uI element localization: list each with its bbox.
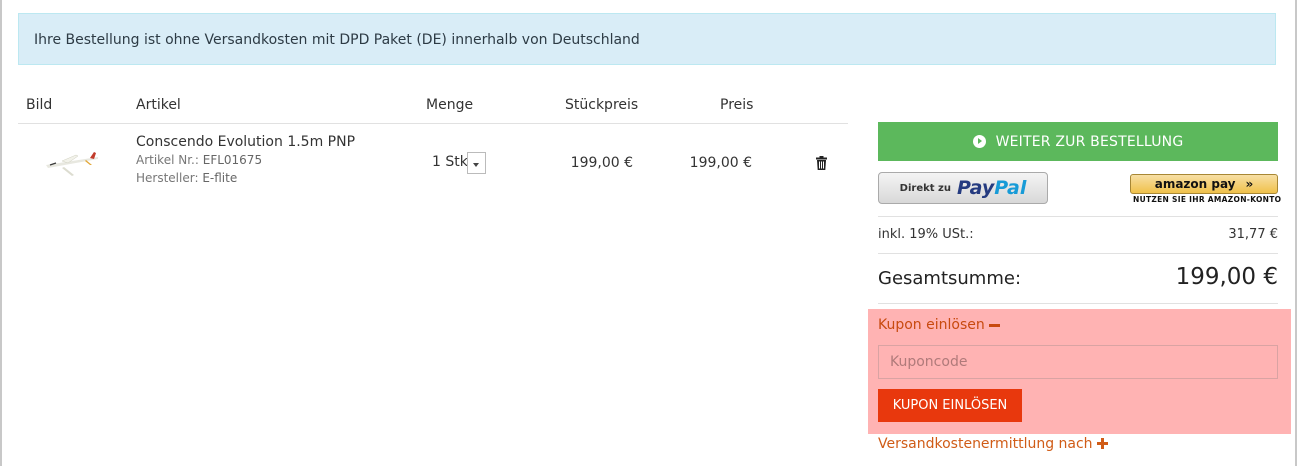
article-number-value: EFL01675	[202, 153, 263, 167]
product-article-number: Artikel Nr.: EFL01675	[136, 153, 262, 167]
shipping-info-text: Ihre Bestellung ist ohne Versandkosten m…	[34, 32, 640, 48]
shipping-info-banner: Ihre Bestellung ist ohne Versandkosten m…	[18, 13, 1276, 65]
paypal-logo-pal: Pal	[994, 177, 1027, 199]
proceed-to-checkout-button[interactable]: WEITER ZUR BESTELLUNG	[878, 122, 1278, 161]
shipping-link-label: Versandkostenermittlung nach	[878, 436, 1093, 452]
article-number-label: Artikel Nr.:	[136, 153, 199, 167]
table-header-divider	[18, 123, 848, 124]
amazon-pay-subtext: NUTZEN SIE IHR AMAZON-KONTO	[1133, 195, 1282, 204]
column-header-quantity: Menge	[426, 97, 474, 113]
total-value: 199,00 €	[1175, 264, 1278, 290]
plus-icon	[1096, 438, 1108, 449]
quantity-value: 1 Stk	[432, 154, 468, 170]
paypal-logo: PayPal	[957, 177, 1026, 199]
coupon-toggle-link[interactable]: Kupon einlösen	[878, 317, 1000, 333]
checkout-button-label: WEITER ZUR BESTELLUNG	[995, 133, 1184, 150]
total-label: Gesamtsumme:	[878, 268, 1022, 289]
unit-price-value: 199,00 €	[570, 155, 633, 171]
minus-icon	[988, 323, 1000, 327]
manufacturer-value: E-flite	[202, 171, 238, 185]
coupon-toggle-label: Kupon einlösen	[878, 317, 985, 333]
window-edge-left	[0, 0, 2, 466]
tax-label: inkl. 19% USt.:	[878, 227, 974, 242]
summary-divider	[878, 216, 1278, 217]
manufacturer-label: Hersteller:	[136, 171, 199, 185]
arrow-circle-right-icon	[972, 135, 986, 148]
paypal-logo-pay: Pay	[956, 177, 995, 199]
column-header-price: Preis	[720, 97, 754, 113]
paypal-prefix-text: Direkt zu	[899, 182, 951, 194]
product-name[interactable]: Conscendo Evolution 1.5m PNP	[136, 134, 355, 150]
redeem-coupon-button[interactable]: KUPON EINLÖSEN	[878, 389, 1022, 422]
summary-divider	[878, 303, 1278, 304]
coupon-code-input[interactable]	[878, 345, 1278, 379]
paypal-checkout-button[interactable]: Direkt zu PayPal	[878, 172, 1048, 204]
amazon-pay-button[interactable]: amazon pay »	[1130, 174, 1278, 194]
quantity-dropdown-button[interactable]	[467, 152, 486, 174]
shipping-cost-calculator-link[interactable]: Versandkostenermittlung nach	[878, 436, 1108, 452]
column-header-article: Artikel	[136, 97, 181, 113]
double-chevron-right-icon: »	[1245, 177, 1254, 191]
product-image[interactable]	[42, 143, 102, 183]
trash-icon[interactable]	[816, 156, 827, 170]
column-header-unit-price: Stückpreis	[565, 97, 639, 113]
product-manufacturer: Hersteller: E-flite	[136, 171, 237, 185]
tax-value: 31,77 €	[1228, 227, 1278, 242]
summary-divider	[878, 253, 1278, 254]
column-header-image: Bild	[26, 97, 53, 113]
row-price-value: 199,00 €	[689, 155, 752, 171]
amazon-pay-label: amazon pay	[1154, 177, 1236, 191]
